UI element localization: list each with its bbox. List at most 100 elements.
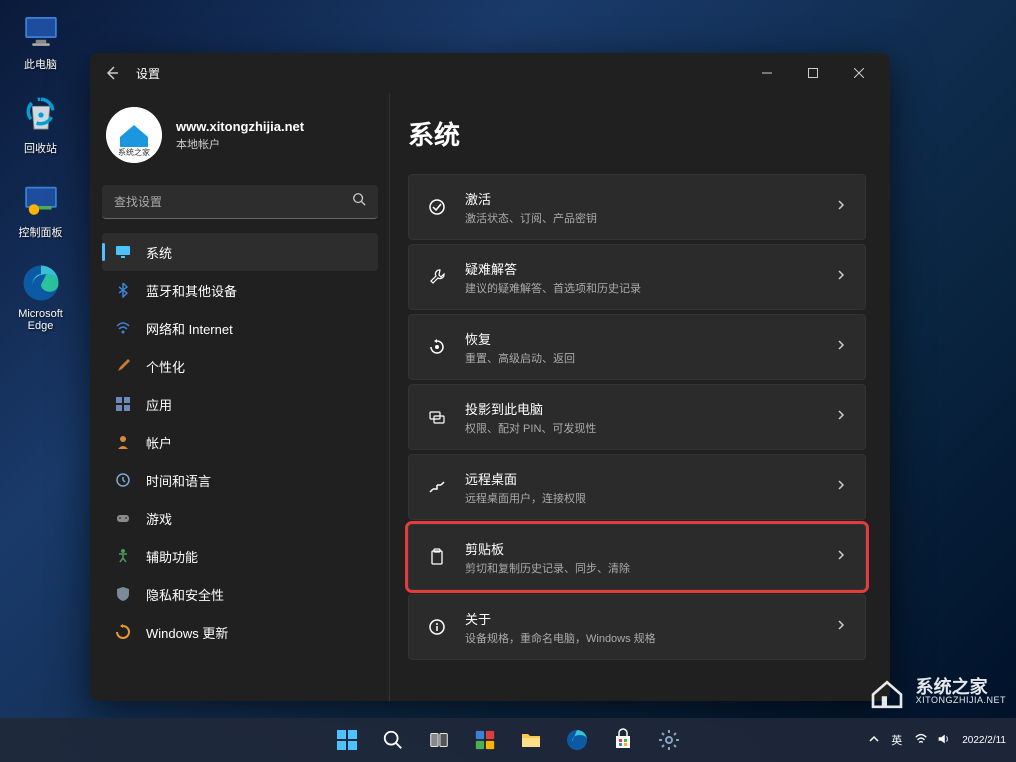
desktop-icon-control-panel[interactable]: 控制面板 (8, 178, 73, 240)
sidebar-item-bluetooth[interactable]: 蓝牙和其他设备 (102, 271, 378, 309)
sidebar-item-system[interactable]: 系统 (102, 233, 378, 271)
start-button[interactable] (327, 720, 367, 760)
sidebar-item-privacy[interactable]: 隐私和安全性 (102, 575, 378, 613)
clock-icon (114, 471, 132, 489)
volume-tray-icon[interactable] (936, 732, 950, 749)
tray-chevron-up-icon[interactable] (869, 734, 879, 747)
watermark-url: XITONGZHIJIA.NET (916, 696, 1006, 705)
desktop-icon-label: 控制面板 (19, 224, 63, 240)
person-icon (114, 433, 132, 451)
watermark: 系统之家 XITONGZHIJIA.NET (866, 670, 1006, 712)
sidebar-item-gaming[interactable]: 游戏 (102, 499, 378, 537)
profile-subtitle: 本地帐户 (176, 136, 304, 152)
minimize-button[interactable] (744, 57, 790, 89)
accessibility-icon (114, 547, 132, 565)
sidebar-item-label: 时间和语言 (146, 471, 211, 490)
settings-card-recovery[interactable]: 恢复 重置、高级启动、返回 (408, 314, 866, 380)
settings-card-activation[interactable]: 激活 激活状态、订阅、产品密钥 (408, 174, 866, 240)
close-button[interactable] (836, 57, 882, 89)
control-panel-icon (20, 178, 62, 220)
search-icon (352, 192, 366, 211)
sidebar-item-personalization[interactable]: 个性化 (102, 347, 378, 385)
card-title: 激活 (465, 189, 835, 208)
search-box[interactable] (102, 185, 378, 219)
settings-window: 设置 系统之家 www.xitongzhijia.net 本地帐户 (90, 53, 890, 701)
shield-icon (114, 585, 132, 603)
desktop-icon-label: 回收站 (24, 140, 57, 156)
monitor-icon (20, 10, 62, 52)
update-icon (114, 623, 132, 641)
profile[interactable]: 系统之家 www.xitongzhijia.net 本地帐户 (102, 93, 378, 181)
sidebar-item-label: 应用 (146, 395, 172, 414)
desktop-icon-label: 此电脑 (24, 56, 57, 72)
maximize-button[interactable] (790, 57, 836, 89)
back-button[interactable] (98, 59, 126, 87)
card-subtitle: 激活状态、订阅、产品密钥 (465, 210, 835, 226)
task-view-button[interactable] (419, 720, 459, 760)
widgets-button[interactable] (465, 720, 505, 760)
sidebar-item-label: 个性化 (146, 357, 185, 376)
display-icon (114, 243, 132, 261)
project-icon (427, 407, 447, 427)
chevron-right-icon (835, 198, 847, 216)
chevron-right-icon (835, 618, 847, 636)
card-title: 疑难解答 (465, 259, 835, 278)
taskbar: 英 2022/2/11 (0, 718, 1016, 762)
search-input[interactable] (114, 195, 352, 209)
wrench-icon (427, 267, 447, 287)
sidebar-item-network[interactable]: 网络和 Internet (102, 309, 378, 347)
card-subtitle: 设备规格，重命名电脑，Windows 规格 (465, 630, 835, 646)
game-icon (114, 509, 132, 527)
sidebar-item-label: 网络和 Internet (146, 319, 233, 338)
sidebar-item-accessibility[interactable]: 辅助功能 (102, 537, 378, 575)
chevron-right-icon (835, 548, 847, 566)
card-subtitle: 远程桌面用户，连接权限 (465, 490, 835, 506)
sidebar-item-label: 帐户 (146, 433, 172, 452)
sidebar-item-label: Windows 更新 (146, 623, 228, 642)
edge-taskbar-button[interactable] (557, 720, 597, 760)
desktop-icon-edge[interactable]: Microsoft Edge (8, 262, 73, 332)
settings-card-clipboard[interactable]: 剪贴板 剪切和复制历史记录、同步、清除 (408, 524, 866, 590)
sidebar-item-time-language[interactable]: 时间和语言 (102, 461, 378, 499)
sidebar-item-label: 蓝牙和其他设备 (146, 281, 237, 300)
settings-card-projecting[interactable]: 投影到此电脑 权限、配对 PIN、可发现性 (408, 384, 866, 450)
recycle-bin-icon (20, 94, 62, 136)
sidebar-item-accounts[interactable]: 帐户 (102, 423, 378, 461)
content-pane: 系统 激活 激活状态、订阅、产品密钥 疑难解答 建议的疑难解答、首选项和历史记录… (389, 93, 890, 701)
edge-icon (20, 262, 62, 304)
brush-icon (114, 357, 132, 375)
sidebar-item-apps[interactable]: 应用 (102, 385, 378, 423)
settings-card-about[interactable]: 关于 设备规格，重命名电脑，Windows 规格 (408, 594, 866, 660)
settings-taskbar-button[interactable] (649, 720, 689, 760)
sidebar-item-label: 辅助功能 (146, 547, 198, 566)
card-title: 恢复 (465, 329, 835, 348)
profile-name: www.xitongzhijia.net (176, 119, 304, 134)
ime-indicator[interactable]: 英 (891, 732, 902, 748)
tray-date[interactable]: 2022/2/11 (962, 735, 1006, 746)
settings-card-troubleshoot[interactable]: 疑难解答 建议的疑难解答、首选项和历史记录 (408, 244, 866, 310)
system-tray[interactable]: 英 2022/2/11 (869, 732, 1006, 749)
card-title: 关于 (465, 609, 835, 628)
wifi-tray-icon[interactable] (914, 732, 928, 749)
remote-icon (427, 477, 447, 497)
sidebar-item-windows-update[interactable]: Windows 更新 (102, 613, 378, 651)
card-subtitle: 剪切和复制历史记录、同步、清除 (465, 560, 835, 576)
bluetooth-icon (114, 281, 132, 299)
settings-card-remote-desktop[interactable]: 远程桌面 远程桌面用户，连接权限 (408, 454, 866, 520)
file-explorer-button[interactable] (511, 720, 551, 760)
card-subtitle: 权限、配对 PIN、可发现性 (465, 420, 835, 436)
wifi-icon (114, 319, 132, 337)
svg-text:系统之家: 系统之家 (118, 147, 150, 157)
chevron-right-icon (835, 478, 847, 496)
info-icon (427, 617, 447, 637)
card-title: 远程桌面 (465, 469, 835, 488)
desktop-icon-recycle-bin[interactable]: 回收站 (8, 94, 73, 156)
window-title: 设置 (136, 65, 160, 82)
apps-icon (114, 395, 132, 413)
store-button[interactable] (603, 720, 643, 760)
search-taskbar-button[interactable] (373, 720, 413, 760)
watermark-brand: 系统之家 (916, 678, 1006, 696)
desktop-icon-this-pc[interactable]: 此电脑 (8, 10, 73, 72)
sidebar: 系统之家 www.xitongzhijia.net 本地帐户 系统蓝牙和其他设备… (90, 93, 390, 701)
card-title: 剪贴板 (465, 539, 835, 558)
